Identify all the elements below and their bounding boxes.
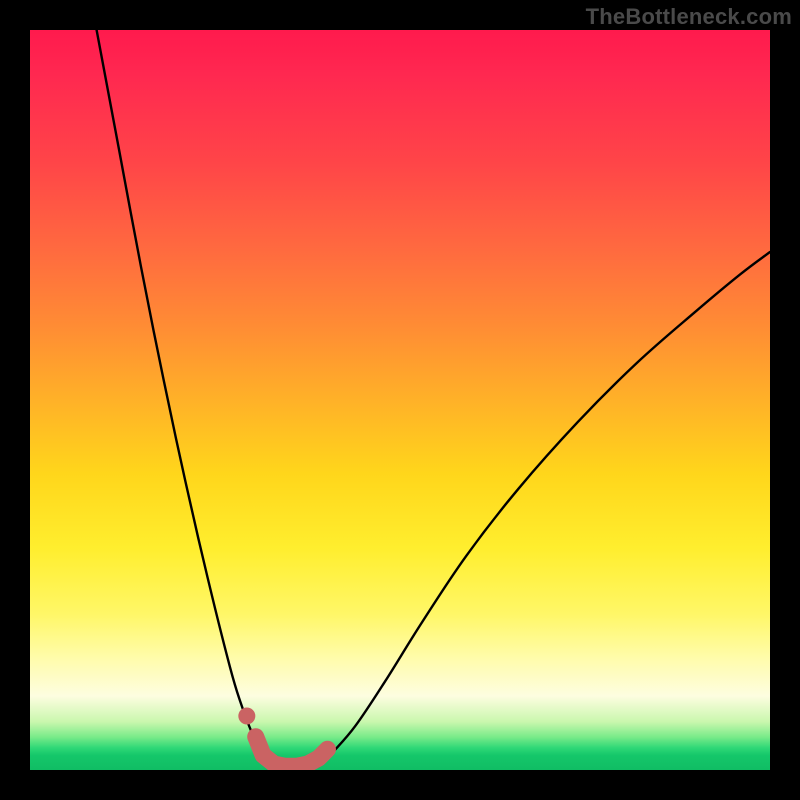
watermark-text: TheBottleneck.com: [586, 4, 792, 30]
plot-area: [30, 30, 770, 770]
right-branch-curve: [319, 252, 770, 766]
valley-marker-dot: [238, 707, 255, 724]
valley-marker-path: [256, 737, 328, 767]
curve-layer: [30, 30, 770, 770]
left-branch-curve: [97, 30, 275, 766]
valley-marker-group: [238, 707, 327, 766]
chart-frame: TheBottleneck.com: [0, 0, 800, 800]
